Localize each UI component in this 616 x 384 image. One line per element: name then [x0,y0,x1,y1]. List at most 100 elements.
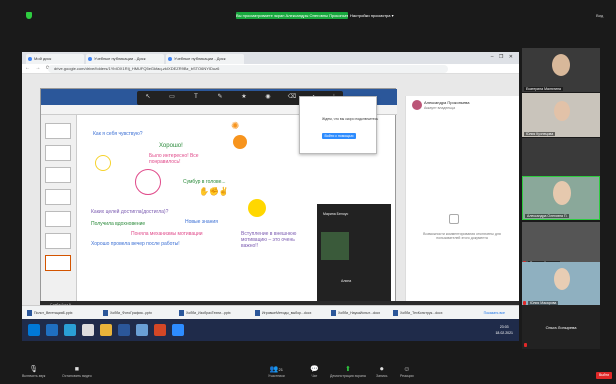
browser-tab[interactable]: Учебные публикации - Диск [166,54,244,64]
gallery-tile[interactable]: Екатерина Малютина [522,48,600,92]
zoom-icon[interactable] [172,324,184,336]
select-icon[interactable]: ▭ [167,93,177,102]
slide-thumbnail[interactable] [45,167,71,183]
windows-start-icon[interactable] [28,324,40,336]
slide-answer: Получила вдохновение [91,221,146,227]
smiley-icon [95,155,111,171]
slide-thumbnails [41,115,77,312]
browser-tab[interactable]: Мой диск [26,54,84,64]
ie-icon[interactable] [64,324,76,336]
drive-icon [88,57,92,61]
security-shield-icon[interactable] [26,12,32,19]
reactions-icon: ☺ [403,366,411,373]
leave-meeting-button[interactable]: Выйти [596,372,612,379]
stamp-icon[interactable]: ★ [239,93,249,102]
stop-video-button[interactable]: ■ Остановить видео [62,365,92,379]
video-participant-name: Марина Белоус [323,212,349,216]
participant-name: Александра Олеговна П. [525,214,570,218]
record-icon: ⏺ [379,366,384,373]
word-icon[interactable] [118,324,130,336]
system-clock[interactable]: 23:03 18.02.2021 [495,324,513,336]
share-label: Демонстрация экрана [330,374,366,378]
gallery-tile[interactable]: Ольга Лопырева [522,305,600,349]
share-screen-button[interactable]: ⬆ Демонстрация экрана [330,365,366,379]
window-controls[interactable]: – ❐ ✕ [491,54,515,60]
slide-answer: Хорошо провела вечер после работы! [91,241,180,247]
slide-thumbnail[interactable] [45,123,71,139]
slide-thumbnail[interactable] [45,189,71,205]
photos-icon[interactable] [136,324,148,336]
drive-preview-area: ↖ ▭ T ✎ ★ ◉ ⌫ ◐ ⤓ Как я себя чувствую [22,74,519,341]
download-item[interactable]: Хобби_ТехКонструк...docx [392,309,452,317]
slide-thumbnail[interactable] [45,233,71,249]
reactions-label: Реакции [400,374,414,378]
slide-canvas: Как я себя чувствую? Хорошо! Было интере… [81,117,311,267]
spotlight-icon[interactable]: ◉ [263,93,273,102]
participant-name: Юлия Кузнецова [524,132,556,136]
slide-answer: Вступление в внешнюю мотивацию – это оче… [241,231,297,249]
slide-answer: Было интересно! Все понравилось! [149,153,199,165]
slide-answer: Хорошо! [159,143,183,149]
reactions-button[interactable]: ☺ Реакции [400,365,414,379]
text-icon[interactable]: T [191,93,201,102]
slide-thumbnail-active[interactable] [45,255,71,271]
download-item[interactable]: Хобби_ФотоГрафия...pptx [102,309,176,317]
shared-screen: Мой диск Учебные публикации - Диск Учебн… [22,52,519,341]
sun-icon [233,135,247,149]
comments-disabled-message: Возможности комментирования отключены дл… [423,232,501,240]
download-item[interactable]: Пилот_ВегетацияБ.pptx [26,309,100,317]
participants-label: Участники [268,374,285,378]
download-item[interactable]: Хобби_НаукаИспыт...docx [330,309,390,317]
download-item[interactable]: ИгровыеМетоды_выбор...docx [254,309,328,317]
join-audio-button[interactable]: Войти с помощью звука [322,133,356,144]
popup-message: Ждем, что вы скоро подключитесь [322,117,379,121]
participants-count: 21 [278,367,283,372]
download-item[interactable]: Хобби_ИзобразТехни...pptx [178,309,252,317]
gallery-tile[interactable]: Татьяна Крылова [522,222,600,266]
gallery-tile[interactable]: Юлия Макарова [522,262,600,306]
share-banner: Вы просматриваете экран Александры Олего… [236,12,348,19]
gallery-tile-active-speaker[interactable]: Александра Олеговна П. [522,176,600,220]
chat-label: Чат [311,374,318,378]
mute-button[interactable]: 🎙 Включить звук [22,365,45,379]
meeting-controls: 🎙 Включить звук ■ Остановить видео 👥21 У… [0,362,616,384]
clock-date: 18.02.2021 [495,331,513,335]
view-button[interactable]: Вид [596,12,616,19]
mute-label: Включить звук [22,374,46,378]
record-button[interactable]: ⏺ Запись [376,365,387,379]
gallery-tile[interactable]: Юлия Кузнецова [522,93,600,137]
owner-name: Александра Прокопьева [424,100,470,105]
video-participant-name: Алина [341,279,352,283]
draw-icon[interactable]: ✎ [215,93,225,102]
participant-video [553,181,571,205]
participant-name: Ольга Лопырева [545,325,577,330]
downloads-bar: Пилот_ВегетацияБ.pptx Хобби_ФотоГрафия..… [22,305,519,319]
browser-tab[interactable]: Учебные публикации - Диск [86,54,164,64]
slide-answer: Новые знания [185,219,218,225]
folder-icon[interactable] [100,324,112,336]
participants-button[interactable]: 👥21 Участники [268,365,285,379]
slide-thumbnail[interactable] [45,211,71,227]
participant-video [321,232,349,260]
muted-mic-icon [524,343,527,347]
participant-video [554,101,570,121]
smiley-sticker-icon [248,199,266,217]
address-bar: ← → ⟳ drive.google.com/drive/folders/1Yb… [22,64,519,74]
show-all-downloads-link[interactable]: Показать все [484,309,505,317]
chat-button[interactable]: 💬 Чат [310,365,319,379]
mouse-icon[interactable]: ↖ [143,93,153,102]
participant-name: Екатерина Малютина [524,87,564,91]
owner-role: Аккаунт владельца [424,106,456,110]
lock-icon [449,214,459,224]
eraser-icon[interactable]: ⌫ [287,93,297,102]
avatar [412,100,422,110]
view-options-button[interactable]: Настройки просмотра ▾ [350,12,410,19]
url-input[interactable]: drive.google.com/drive/folders/1YbIOX1RI… [48,65,448,73]
share-screen-icon: ⬆ [344,366,351,373]
edge-icon[interactable] [46,324,58,336]
chat-icon: 💬 [310,366,319,373]
sun-rays-icon: ✺ [231,121,240,132]
slide-thumbnail[interactable] [45,145,71,161]
powerpoint-icon[interactable] [154,324,166,336]
home-icon[interactable] [82,324,94,336]
